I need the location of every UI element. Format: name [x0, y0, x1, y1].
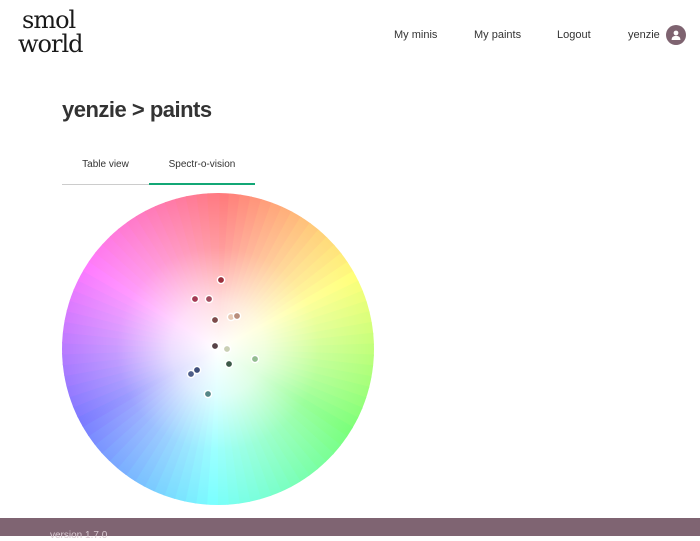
- paint-dot[interactable]: [204, 294, 214, 304]
- tab-table-view[interactable]: Table view: [62, 150, 149, 183]
- paint-dot[interactable]: [232, 311, 242, 321]
- paint-dot[interactable]: [210, 315, 220, 325]
- view-tabs: Table view Spectr-o-vision: [62, 150, 255, 185]
- user-name: yenzie: [628, 29, 660, 41]
- logo-line-1: smol: [22, 6, 76, 34]
- paint-dot[interactable]: [216, 275, 226, 285]
- color-wheel: [62, 193, 374, 505]
- top-nav: smol world My minis My paints Logout yen…: [0, 0, 700, 70]
- tab-spectr-o-vision[interactable]: Spectr-o-vision: [149, 150, 255, 185]
- page-title: yenzie > paints: [62, 97, 212, 122]
- logo-line-2: world: [18, 30, 84, 58]
- user-icon[interactable]: [665, 25, 686, 45]
- paint-dot[interactable]: [250, 354, 260, 364]
- nav-link-my-minis[interactable]: My minis: [394, 29, 437, 41]
- logo[interactable]: smol world: [18, 6, 84, 58]
- paint-dot[interactable]: [203, 389, 213, 399]
- footer: version 1.7.0: [0, 518, 700, 541]
- paint-dot[interactable]: [210, 341, 220, 351]
- paint-dot[interactable]: [222, 344, 232, 354]
- color-wheel-panel: [62, 193, 374, 505]
- paint-dot[interactable]: [192, 365, 202, 375]
- user-menu[interactable]: yenzie: [628, 24, 686, 46]
- nav-link-my-paints[interactable]: My paints: [474, 29, 521, 41]
- nav-link-logout[interactable]: Logout: [557, 29, 591, 41]
- paint-dot[interactable]: [190, 294, 200, 304]
- paint-dot[interactable]: [224, 359, 234, 369]
